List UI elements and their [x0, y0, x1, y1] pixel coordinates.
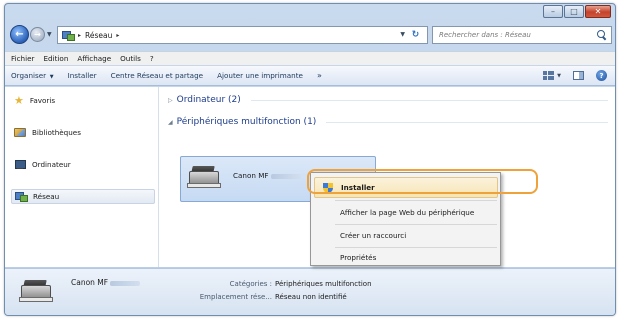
context-menu-web-page[interactable]: Afficher la page Web du périphérique: [314, 202, 498, 223]
nav-item-label: Réseau: [33, 192, 60, 201]
nav-item-label: Ordinateur: [32, 160, 71, 169]
redacted-name-blur: [110, 280, 141, 286]
expand-arrow-icon[interactable]: ▷: [168, 97, 173, 104]
menu-view[interactable]: Affichage: [77, 54, 111, 63]
command-bar: Organiser ▼ Installer Centre Réseau et p…: [5, 65, 615, 86]
redacted-name-blur: [270, 173, 301, 179]
organize-label: Organiser: [11, 71, 47, 80]
nav-item-libraries[interactable]: Bibliothèques: [11, 125, 155, 140]
breadcrumb-network[interactable]: Réseau: [85, 31, 112, 40]
details-values: Périphériques multifonction Réseau non i…: [275, 278, 372, 304]
search-placeholder: Rechercher dans : Réseau: [439, 31, 531, 39]
back-button[interactable]: ←: [10, 25, 29, 44]
maximize-button[interactable]: □: [564, 5, 584, 18]
chevron-down-icon: ▼: [557, 72, 561, 79]
location-value: Réseau non identifié: [275, 293, 347, 301]
context-menu-install[interactable]: Installer: [314, 177, 498, 198]
refresh-icon[interactable]: ↻: [408, 28, 423, 42]
history-dropdown-icon[interactable]: ▼: [47, 31, 52, 38]
minimize-icon: –: [551, 6, 555, 16]
star-icon: ★: [14, 94, 24, 107]
menu-bar: Fichier Edition Affichage Outils ?: [5, 51, 615, 65]
install-command-button[interactable]: Installer: [68, 71, 97, 80]
maximize-icon: □: [570, 6, 578, 16]
menu-help[interactable]: ?: [150, 54, 154, 63]
search-input[interactable]: Rechercher dans : Réseau: [432, 26, 612, 44]
address-dropdown-icon[interactable]: ▼: [400, 31, 405, 38]
more-commands-icon[interactable]: »: [317, 71, 322, 80]
network-icon: [62, 30, 75, 41]
location-label: Emplacement rése...: [199, 293, 272, 301]
category-label: Catégories :: [229, 280, 272, 288]
details-device-name-text: Canon MF: [71, 278, 109, 287]
details-device-name: Canon MF: [71, 278, 141, 287]
group-title: Ordinateur (2): [176, 95, 241, 105]
group-title: Périphériques multifonction (1): [176, 117, 317, 127]
nav-item-computer[interactable]: Ordinateur: [11, 157, 155, 172]
add-printer-button[interactable]: Ajouter une imprimante: [217, 71, 303, 80]
chevron-down-icon: ▼: [48, 74, 54, 80]
device-name: Canon MF: [233, 171, 301, 180]
views-icon: [543, 71, 555, 80]
back-arrow-icon: ←: [15, 28, 24, 40]
collapse-arrow-icon[interactable]: ◢: [168, 119, 173, 126]
menu-separator: [335, 200, 497, 201]
forward-button[interactable]: →: [30, 27, 45, 42]
explorer-window: – □ ✕ ← → ▼ ▸ Réseau ▸ ▼ ↻ Rechercher da…: [4, 3, 616, 316]
computer-icon: [14, 160, 26, 169]
change-view-button[interactable]: ▼: [543, 71, 561, 80]
menu-file[interactable]: Fichier: [11, 54, 35, 63]
address-row: ← → ▼ ▸ Réseau ▸ ▼ ↻ Rechercher dans : R…: [5, 21, 615, 49]
context-menu-install-label: Installer: [341, 183, 375, 192]
help-icon[interactable]: ?: [596, 70, 607, 81]
printer-icon: [187, 163, 221, 191]
group-multifunction[interactable]: ◢ Périphériques multifonction (1): [168, 117, 608, 127]
group-computer[interactable]: ▷ Ordinateur (2): [168, 95, 608, 105]
details-labels: Catégories : Emplacement rése...: [164, 278, 272, 304]
network-center-button[interactable]: Centre Réseau et partage: [111, 71, 203, 80]
close-button[interactable]: ✕: [585, 5, 611, 18]
context-menu: Installer Afficher la page Web du périph…: [310, 172, 501, 266]
minimize-button[interactable]: –: [543, 5, 563, 18]
group-divider: [326, 121, 608, 123]
close-icon: ✕: [594, 6, 602, 16]
group-divider: [250, 99, 608, 101]
menu-tools[interactable]: Outils: [120, 54, 141, 63]
device-name-text: Canon MF: [233, 171, 269, 180]
uac-shield-icon: [323, 183, 333, 194]
preview-pane-icon[interactable]: [573, 71, 584, 80]
navigation-pane: ★ Favoris Bibliothèques Ordinateur Résea…: [5, 87, 159, 267]
category-value: Périphériques multifonction: [275, 280, 372, 288]
caption-buttons: – □ ✕: [543, 5, 611, 18]
details-pane: Canon MF Catégories : Emplacement rése..…: [5, 268, 615, 315]
context-menu-properties[interactable]: Propriétés: [314, 247, 498, 268]
libraries-icon: [14, 128, 26, 137]
breadcrumb-chevron-icon[interactable]: ▸: [116, 32, 119, 39]
forward-arrow-icon: →: [34, 29, 41, 39]
printer-icon: [19, 277, 53, 305]
network-icon: [15, 192, 28, 202]
view-controls: ▼ ?: [543, 70, 607, 81]
menu-edit[interactable]: Edition: [44, 54, 69, 63]
context-menu-create-shortcut[interactable]: Créer un raccourci: [314, 225, 498, 246]
nav-item-label: Favoris: [29, 96, 56, 105]
search-icon[interactable]: [597, 30, 607, 40]
nav-item-favorites[interactable]: ★ Favoris: [11, 93, 155, 108]
nav-item-label: Bibliothèques: [32, 128, 81, 137]
organize-button[interactable]: Organiser ▼: [11, 71, 54, 80]
address-bar[interactable]: ▸ Réseau ▸ ▼ ↻: [57, 26, 428, 44]
nav-item-network[interactable]: Réseau: [11, 189, 155, 204]
breadcrumb-chevron-icon[interactable]: ▸: [78, 32, 81, 39]
